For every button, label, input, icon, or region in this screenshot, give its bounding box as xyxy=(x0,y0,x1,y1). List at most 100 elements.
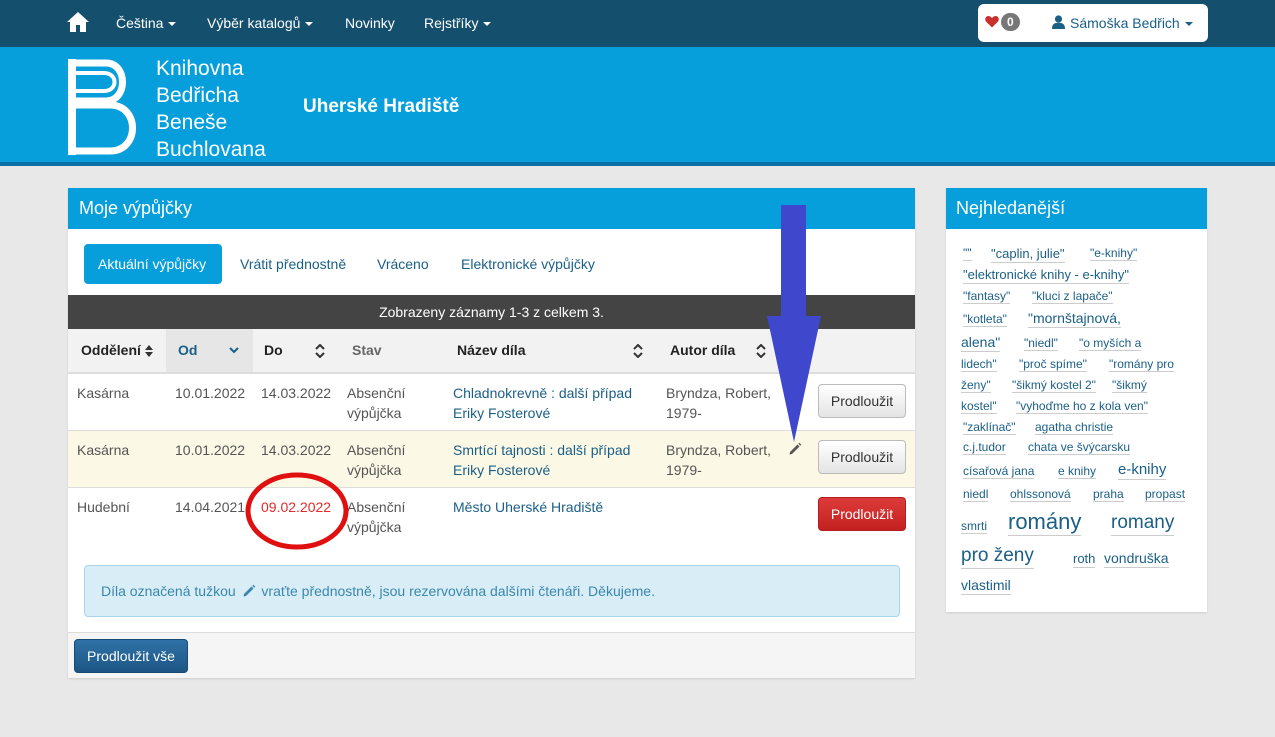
column-status: Stav xyxy=(352,342,382,358)
tag-link[interactable]: "vyhoďme ho z kola ven" xyxy=(1016,399,1148,415)
logo-line: Buchlovana xyxy=(156,138,266,161)
tag-link[interactable]: niedl xyxy=(963,487,989,503)
tag-link[interactable]: smrti xyxy=(961,519,987,535)
loans-panel-title: Moje výpůjčky xyxy=(68,188,915,229)
logo-line: Knihovna xyxy=(156,57,244,80)
extend-button[interactable]: Prodloužit xyxy=(818,440,906,474)
tag-link[interactable]: ženy" xyxy=(961,378,991,394)
sort-icon xyxy=(315,344,325,358)
tag-link[interactable]: c.j.tudor xyxy=(963,440,1006,456)
tab-current-loans[interactable]: Aktuální výpůjčky xyxy=(84,244,222,284)
table-row: Hudební 14.04.2021 09.02.2022 Absenční v… xyxy=(68,488,915,545)
column-author-label: Autor díla xyxy=(670,342,736,358)
column-title-label: Název díla xyxy=(457,342,526,358)
tag-link[interactable]: pro ženy xyxy=(961,545,1034,569)
cell-from: 10.01.2022 xyxy=(175,442,246,458)
nav-indexes-label: Rejstříky xyxy=(424,15,479,31)
tag-link[interactable]: "elektronické knihy - e-knihy" xyxy=(963,267,1130,284)
tag-link[interactable]: "caplin, julie" xyxy=(991,246,1065,263)
tag-link[interactable]: chata ve švýcarsku xyxy=(1028,440,1131,456)
home-icon[interactable] xyxy=(66,11,90,33)
extend-button-overdue[interactable]: Prodloužit xyxy=(818,497,906,531)
cell-author: Bryndza, Robert, 1979- xyxy=(666,385,772,421)
cell-from: 14.04.2021 xyxy=(175,499,246,515)
tag-link[interactable]: agatha christie xyxy=(1035,420,1114,436)
tag-link[interactable]: lidech" xyxy=(961,357,997,373)
tag-link[interactable]: romany xyxy=(1111,512,1175,536)
tab-electronic-loans[interactable]: Elektronické výpůjčky xyxy=(461,244,595,284)
cell-title-link[interactable]: Smrtící tajnosti : další případ Eriky Fo… xyxy=(453,440,653,480)
tag-link[interactable]: "kluci z lapače" xyxy=(1032,289,1113,305)
tag-link[interactable]: romány xyxy=(1008,509,1082,537)
nav-language[interactable]: Čeština xyxy=(116,0,177,47)
tab-return-priority[interactable]: Vrátit přednostně xyxy=(240,244,346,284)
pencil-icon xyxy=(243,584,255,597)
tag-link[interactable]: "šikmý kostel 2" xyxy=(1012,378,1096,394)
tag-link[interactable]: "e-knihy" xyxy=(1090,246,1138,262)
tag-link[interactable]: vondruška xyxy=(1104,550,1169,568)
logo-line: Bedřicha xyxy=(156,84,239,107)
tag-link[interactable]: praha xyxy=(1093,487,1124,503)
cell-department: Kasárna xyxy=(77,442,130,458)
nav-news[interactable]: Novinky xyxy=(345,0,395,47)
cell-status: Absenční výpůjčka xyxy=(347,385,406,421)
column-to[interactable]: Do xyxy=(264,329,344,372)
column-department-label: Oddělení xyxy=(81,342,141,358)
nav-catalogs[interactable]: Výběr katalogů xyxy=(207,0,314,47)
tag-link[interactable]: císařová jana xyxy=(963,464,1035,480)
table-row: Kasárna 10.01.2022 14.03.2022 Absenční v… xyxy=(68,374,915,431)
heart-icon[interactable] xyxy=(985,15,999,28)
cell-title-link[interactable]: Město Uherské Hradiště xyxy=(453,497,653,517)
tag-link[interactable]: "kotleta" xyxy=(963,312,1007,328)
tag-link[interactable]: "zaklínač" xyxy=(963,420,1016,436)
sort-icon xyxy=(756,344,766,358)
column-author[interactable]: Autor díla xyxy=(670,329,770,372)
top-navbar: Čeština Výběr katalogů Novinky Rejstříky… xyxy=(0,0,1275,47)
nav-language-label: Čeština xyxy=(116,15,164,31)
sort-icon xyxy=(145,345,153,357)
tag-link[interactable]: ohlssonová xyxy=(1010,487,1071,503)
logo-line: Beneše xyxy=(156,111,228,134)
tag-link[interactable]: "romány pro xyxy=(1109,357,1174,373)
chevron-down-icon xyxy=(483,22,492,27)
tag-link[interactable]: roth xyxy=(1073,551,1096,568)
tab-returned[interactable]: Vráceno xyxy=(377,244,429,284)
tag-link[interactable]: "mornštajnová, xyxy=(1028,310,1121,328)
library-logo-icon[interactable] xyxy=(66,57,146,157)
cell-author: Bryndza, Robert, 1979- xyxy=(666,442,772,478)
extend-all-button[interactable]: Prodloužit vše xyxy=(74,639,188,673)
tag-link[interactable]: alena" xyxy=(961,334,1001,352)
cell-from: 10.01.2022 xyxy=(175,385,246,401)
chevron-down-icon xyxy=(305,22,314,27)
sort-icon xyxy=(633,344,643,358)
loans-panel: Moje výpůjčky Aktuální výpůjčky Vrátit p… xyxy=(68,188,915,678)
tag-link[interactable]: e-knihy xyxy=(1118,461,1167,480)
tag-link[interactable]: "fantasy" xyxy=(963,289,1011,305)
tag-link[interactable]: "o myších a xyxy=(1079,336,1142,352)
table-row: Kasárna 10.01.2022 14.03.2022 Absenční v… xyxy=(68,431,915,488)
tag-link[interactable]: propast xyxy=(1145,487,1186,503)
tag-link[interactable]: "proč spíme" xyxy=(1019,357,1087,373)
records-info: Zobrazeny záznamy 1-3 z celkem 3. xyxy=(68,295,915,329)
cell-title-link[interactable]: Chladnokrevně : další případ Eriky Foste… xyxy=(453,383,653,423)
favorites-count-badge[interactable]: 0 xyxy=(1001,13,1020,31)
chevron-down-icon xyxy=(229,347,239,354)
tag-link[interactable]: vlastimil xyxy=(961,577,1011,595)
cell-department: Hudební xyxy=(77,499,130,515)
tag-link[interactable]: "" xyxy=(963,246,972,262)
extend-button[interactable]: Prodloužit xyxy=(818,384,906,418)
column-department[interactable]: Oddělení xyxy=(81,329,166,372)
site-header: Knihovna Bedřicha Beneše Buchlovana Uher… xyxy=(0,47,1275,166)
column-title[interactable]: Název díla xyxy=(457,329,647,372)
user-menu[interactable]: Sámoška Bedřich xyxy=(1070,4,1193,42)
column-to-label: Do xyxy=(264,342,283,358)
user-icon xyxy=(1052,15,1065,29)
tag-link[interactable]: "šikmý xyxy=(1112,378,1147,394)
tag-link[interactable]: "niedl" xyxy=(1024,336,1058,352)
nav-indexes[interactable]: Rejstříky xyxy=(424,0,492,47)
tag-link[interactable]: e knihy xyxy=(1058,464,1097,480)
column-from[interactable]: Od xyxy=(166,329,253,372)
logo-text: Knihovna Bedřicha Beneše Buchlovana xyxy=(156,55,266,163)
pencil-icon xyxy=(789,442,802,455)
tag-link[interactable]: kostel" xyxy=(961,399,997,415)
